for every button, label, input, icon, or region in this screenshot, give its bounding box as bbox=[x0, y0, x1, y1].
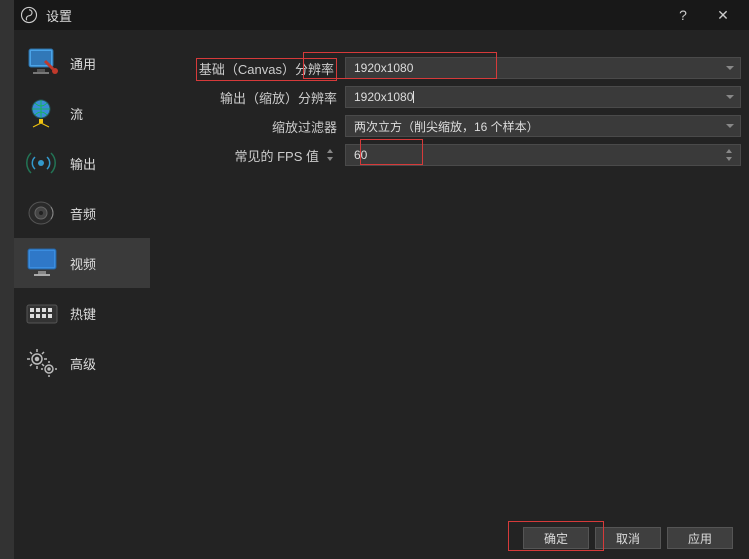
sidebar-item-advanced[interactable]: 高级 bbox=[14, 338, 150, 388]
base-resolution-value: 1920x1080 bbox=[354, 61, 413, 75]
output-resolution-combo[interactable]: 1920x1080 bbox=[345, 86, 741, 108]
sidebar-item-audio[interactable]: 音频 bbox=[14, 188, 150, 238]
scale-filter-combo[interactable]: 两次立方（削尖缩放，16 个样本） bbox=[345, 115, 741, 137]
keyboard-icon bbox=[24, 296, 64, 330]
apply-button[interactable]: 应用 bbox=[667, 527, 733, 549]
close-button[interactable]: ✕ bbox=[703, 7, 743, 24]
fps-combo[interactable]: 60 bbox=[345, 144, 741, 166]
sidebar-item-hotkeys[interactable]: 热键 bbox=[14, 288, 150, 338]
fps-value: 60 bbox=[354, 148, 367, 162]
sidebar-item-label: 高级 bbox=[70, 354, 96, 373]
sidebar-item-label: 音频 bbox=[70, 204, 96, 223]
sidebar-item-label: 通用 bbox=[70, 54, 96, 73]
fps-label: 常见的 FPS 值 bbox=[234, 146, 319, 165]
sidebar-item-video[interactable]: 视频 bbox=[14, 238, 150, 288]
row-scale-filter: 缩放过滤器 两次立方（削尖缩放，16 个样本） bbox=[150, 112, 741, 140]
globe-network-icon bbox=[24, 96, 64, 130]
monitor-wrench-icon bbox=[24, 46, 64, 80]
row-output-resolution: 输出（缩放）分辨率 1920x1080 bbox=[150, 83, 741, 111]
text-caret bbox=[413, 91, 414, 103]
fps-value-spinner[interactable] bbox=[722, 144, 736, 166]
cancel-button[interactable]: 取消 bbox=[595, 527, 661, 549]
chevron-down-icon bbox=[726, 66, 734, 70]
monitor-icon bbox=[24, 246, 64, 280]
chevron-up-icon bbox=[726, 149, 732, 153]
chevron-up-icon bbox=[327, 149, 333, 153]
scale-filter-label: 缩放过滤器 bbox=[150, 117, 345, 136]
help-button[interactable]: ? bbox=[663, 7, 703, 23]
sidebar-item-label: 热键 bbox=[70, 304, 96, 323]
sidebar-item-stream[interactable]: 流 bbox=[14, 88, 150, 138]
scale-filter-value: 两次立方（削尖缩放，16 个样本） bbox=[354, 118, 539, 135]
footer: 确定 取消 应用 bbox=[14, 517, 749, 559]
sidebar-item-general[interactable]: 通用 bbox=[14, 38, 150, 88]
sidebar-item-label: 输出 bbox=[70, 154, 96, 173]
fps-type-spinner[interactable] bbox=[323, 144, 337, 166]
chevron-down-icon bbox=[726, 95, 734, 99]
obs-app-icon bbox=[20, 6, 38, 24]
base-resolution-combo[interactable]: 1920x1080 bbox=[345, 57, 741, 79]
desktop-left-edge bbox=[0, 0, 14, 559]
chevron-down-icon bbox=[726, 124, 734, 128]
row-fps: 常见的 FPS 值 60 bbox=[150, 141, 741, 169]
gears-icon bbox=[24, 346, 64, 380]
titlebar: 设置 ? ✕ bbox=[14, 0, 749, 30]
sidebar-item-label: 视频 bbox=[70, 254, 96, 273]
chevron-down-icon bbox=[327, 157, 333, 161]
settings-window: 设置 ? ✕ 通用 流 输出 bbox=[14, 0, 749, 559]
broadcast-signal-icon bbox=[24, 146, 64, 180]
sidebar-item-output[interactable]: 输出 bbox=[14, 138, 150, 188]
base-resolution-label: 基础（Canvas）分辨率 bbox=[196, 58, 337, 81]
chevron-down-icon bbox=[726, 157, 732, 161]
window-title: 设置 bbox=[46, 6, 663, 25]
speaker-icon bbox=[24, 196, 64, 230]
output-resolution-value: 1920x1080 bbox=[354, 90, 413, 104]
row-base-resolution: 基础（Canvas）分辨率 1920x1080 bbox=[150, 54, 741, 82]
ok-button[interactable]: 确定 bbox=[523, 527, 589, 549]
sidebar: 通用 流 输出 音频 bbox=[14, 30, 150, 517]
output-resolution-label: 输出（缩放）分辨率 bbox=[150, 88, 345, 107]
window-body: 通用 流 输出 音频 bbox=[14, 30, 749, 517]
main-panel: 基础（Canvas）分辨率 1920x1080 输出（缩放）分辨率 1920x1… bbox=[150, 30, 749, 517]
sidebar-item-label: 流 bbox=[70, 104, 83, 123]
